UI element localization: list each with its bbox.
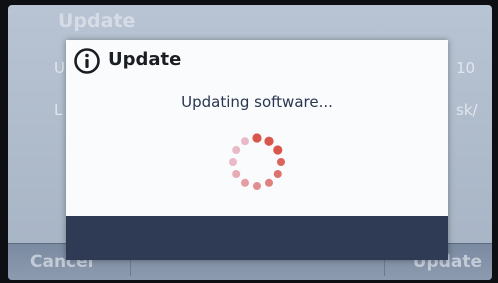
- dialog-header: Update: [66, 40, 448, 80]
- spinner-dot: [252, 133, 262, 143]
- status-message: Updating software...: [181, 93, 333, 111]
- background-page-title: Update: [58, 10, 136, 32]
- device-screen: Update U 10 L sk/ Cancel Update Update U…: [8, 5, 492, 280]
- background-row-text: U: [54, 59, 65, 77]
- spinner-dot: [241, 178, 249, 187]
- info-icon: [74, 48, 100, 74]
- spinner-dot: [229, 158, 237, 166]
- update-dialog: Update Updating software...: [66, 40, 448, 260]
- background-row-value: 10: [456, 59, 476, 77]
- spinner-dot: [232, 146, 241, 154]
- spinner-dot: [265, 178, 273, 187]
- dialog-title: Update: [108, 49, 182, 70]
- loading-spinner-icon: [229, 133, 285, 190]
- spinner-dot: [232, 170, 241, 178]
- dialog-footer: [66, 216, 448, 260]
- spinner-dot: [241, 137, 249, 146]
- spinner-dot: [264, 136, 274, 146]
- spinner-dot: [273, 145, 283, 155]
- background-row-value: sk/: [456, 101, 478, 119]
- spinner-dot: [273, 170, 282, 178]
- spinner-dot: [253, 182, 261, 190]
- spinner-dot: [277, 158, 285, 166]
- background-row-text: L: [54, 101, 63, 119]
